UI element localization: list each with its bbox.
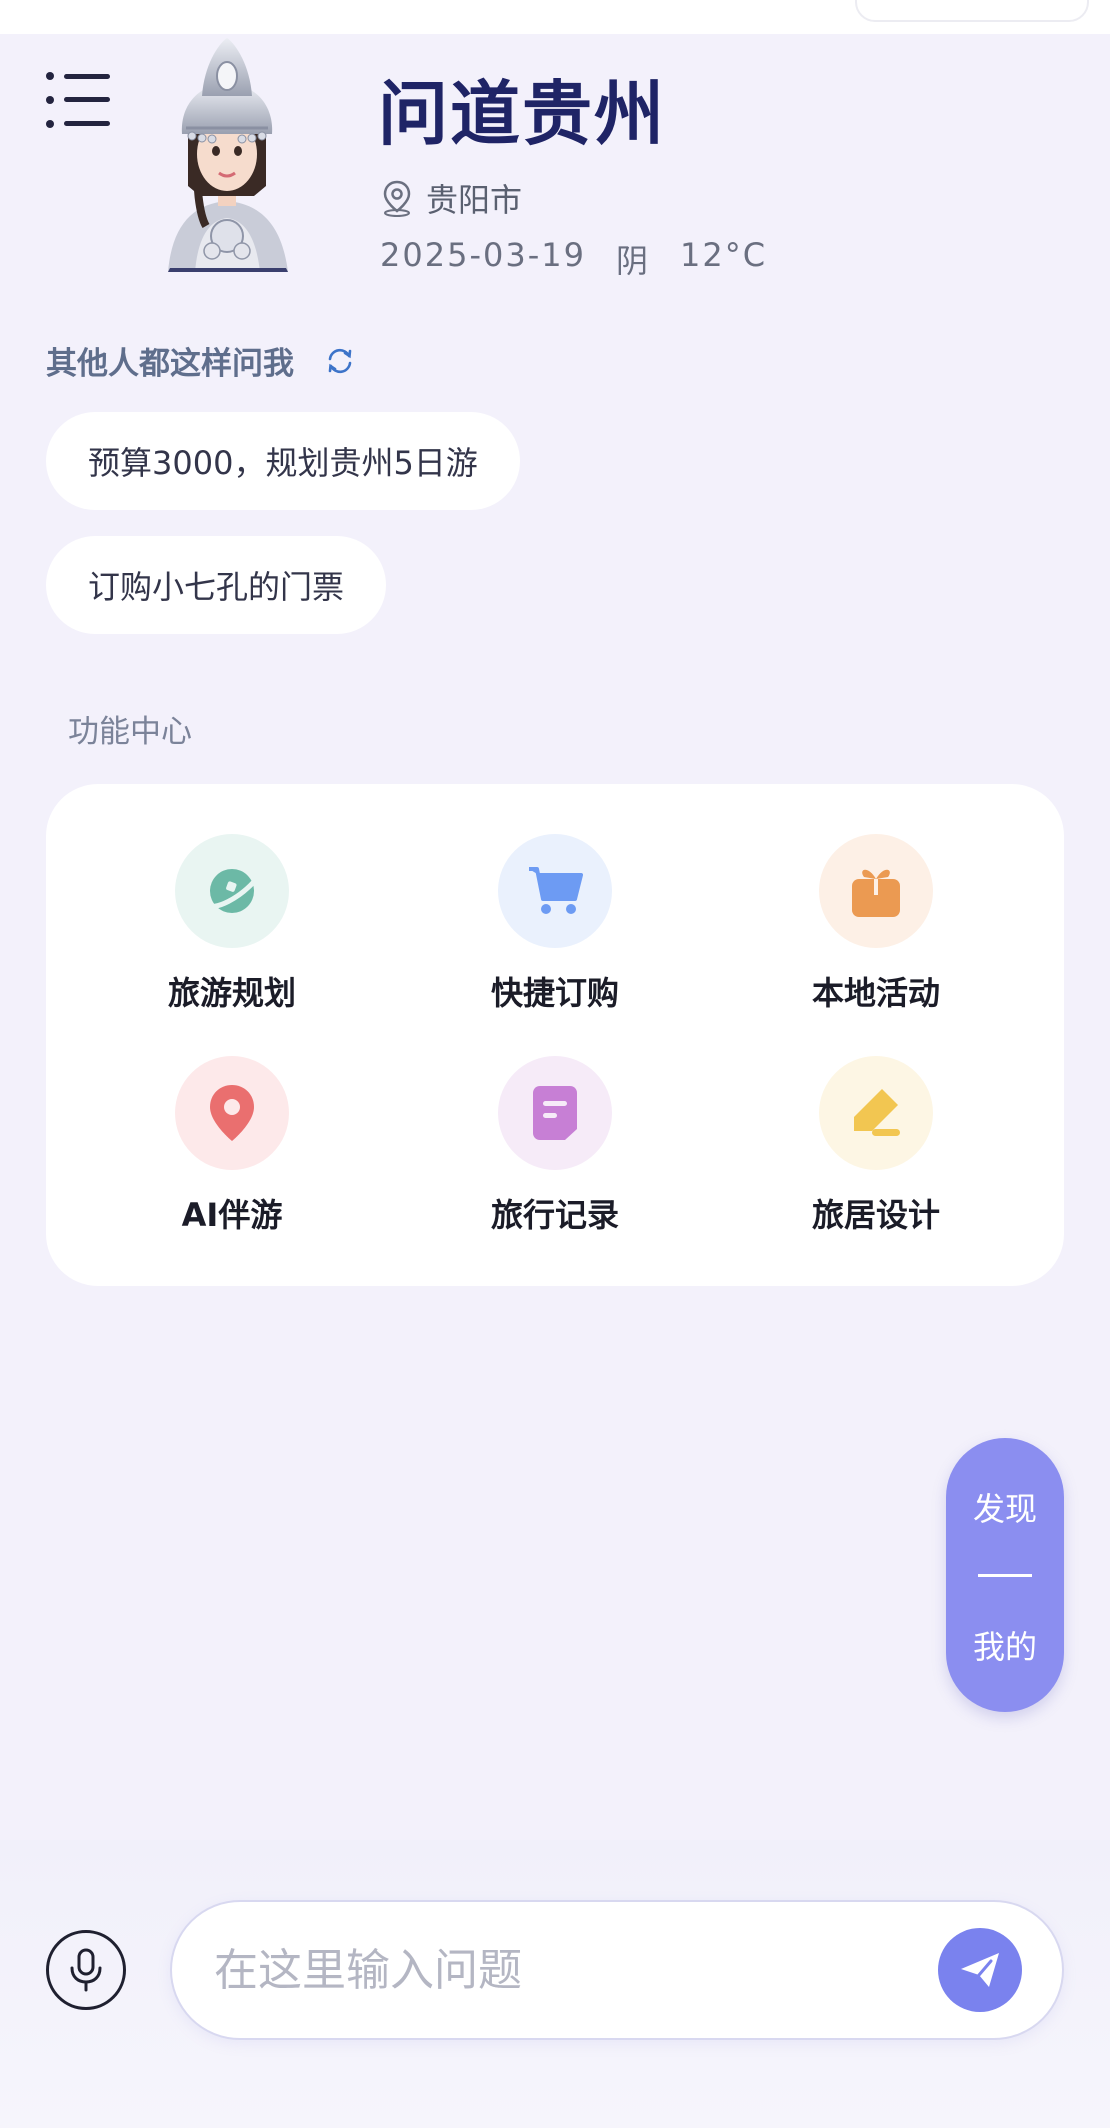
- suggestions-title: 其他人都这样问我: [46, 346, 294, 382]
- func-circle: [175, 1056, 289, 1170]
- func-sojourn-design[interactable]: 旅居设计: [776, 1056, 976, 1236]
- func-travel-planning[interactable]: 旅游规划: [132, 834, 332, 1014]
- func-label: 旅居设计: [811, 1196, 940, 1234]
- func-circle: [498, 1056, 612, 1170]
- func-circle: [498, 834, 612, 948]
- date-text: 2025-03-19: [380, 236, 586, 274]
- function-center-title: 功能中心: [68, 714, 192, 750]
- discover-mine-switch: 发现 我的: [946, 1438, 1064, 1712]
- suggestion-chip[interactable]: 预算3000，规划贵州5日游: [46, 412, 520, 510]
- cart-icon: [529, 867, 583, 914]
- date-weather: 2025-03-19 阴 12°C: [380, 236, 767, 282]
- top-capsule[interactable]: [855, 0, 1089, 22]
- question-input[interactable]: [170, 1900, 1064, 2040]
- func-label: 本地活动: [811, 974, 940, 1012]
- refresh-icon[interactable]: [324, 345, 356, 377]
- miao-girl-avatar: [168, 38, 288, 272]
- function-center-card: 旅游规划 快捷订购 本地活动 AI伴游 旅行记录 旅居设计: [46, 784, 1064, 1286]
- func-quick-order[interactable]: 快捷订购: [455, 834, 655, 1014]
- temperature-text: 12°C: [679, 236, 768, 274]
- func-circle: [819, 834, 933, 948]
- location-pin-outline-icon: [383, 180, 411, 217]
- func-ai-companion[interactable]: AI伴游: [132, 1056, 332, 1236]
- location-pin-icon: [210, 1085, 254, 1141]
- note-icon: [533, 1086, 577, 1140]
- gift-icon: [852, 869, 900, 917]
- func-label: AI伴游: [181, 1196, 283, 1234]
- func-label: 快捷订购: [490, 974, 619, 1012]
- discover-button[interactable]: 发现: [946, 1484, 1064, 1530]
- city-name: 贵阳市: [426, 181, 523, 219]
- weather-text: 阴: [615, 242, 650, 280]
- menu-icon[interactable]: [46, 70, 112, 128]
- app-title: 问道贵州: [378, 72, 666, 155]
- planet-icon: [203, 869, 261, 913]
- func-label: 旅游规划: [167, 974, 296, 1012]
- microphone-button[interactable]: [46, 1930, 126, 2010]
- suggestions-heading: 其他人都这样问我: [46, 338, 356, 383]
- location[interactable]: 贵阳市: [380, 176, 522, 220]
- func-circle: [175, 834, 289, 948]
- func-travel-records[interactable]: 旅行记录: [455, 1056, 655, 1236]
- func-local-activities[interactable]: 本地活动: [776, 834, 976, 1014]
- pen-icon: [854, 1089, 900, 1136]
- func-label: 旅行记录: [490, 1196, 619, 1234]
- status-bar: [0, 0, 1110, 34]
- divider: [978, 1574, 1032, 1577]
- paper-plane-icon: [961, 1953, 999, 1987]
- suggestion-chip[interactable]: 订购小七孔的门票: [46, 536, 387, 634]
- send-button[interactable]: [938, 1928, 1022, 2012]
- mine-button[interactable]: 我的: [946, 1622, 1064, 1668]
- func-circle: [819, 1056, 933, 1170]
- microphone-icon: [70, 1948, 102, 1992]
